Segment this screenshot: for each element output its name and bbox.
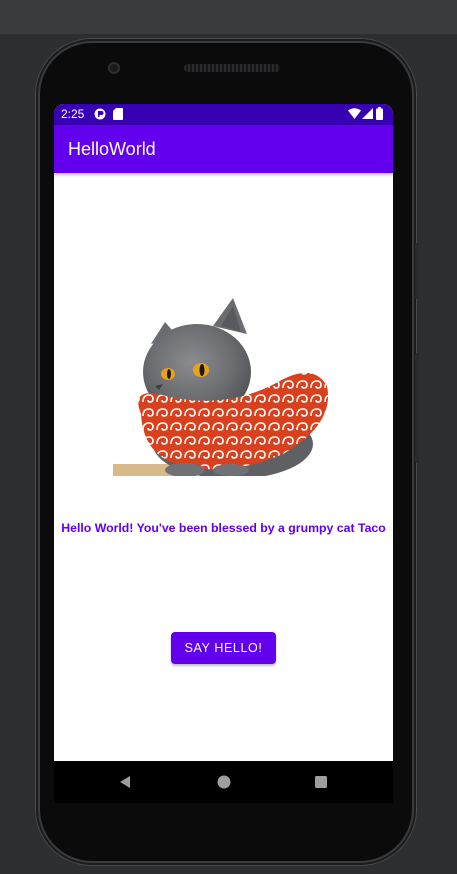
navigation-bar bbox=[54, 761, 393, 803]
back-icon[interactable] bbox=[118, 774, 132, 793]
say-hello-button[interactable]: SAY HELLO! bbox=[171, 632, 276, 664]
recents-icon[interactable] bbox=[314, 774, 328, 793]
status-bar: 2:25 bbox=[54, 104, 393, 125]
home-icon[interactable] bbox=[217, 774, 231, 793]
sd-card-icon bbox=[113, 108, 123, 123]
app-bar: HelloWorld bbox=[54, 125, 393, 173]
emulator-window: 2:25 HelloWorld Hello World! You've been… bbox=[0, 0, 457, 874]
battery-icon bbox=[376, 107, 383, 123]
earpiece-speaker bbox=[184, 64, 280, 72]
volume-button[interactable] bbox=[415, 243, 419, 299]
phone-screen: 2:25 HelloWorld Hello World! You've been… bbox=[54, 104, 393, 761]
emulator-toolbar bbox=[0, 0, 457, 34]
wifi-icon bbox=[348, 108, 361, 122]
notification-icon bbox=[94, 108, 106, 123]
signal-icon bbox=[362, 108, 373, 122]
status-time: 2:25 bbox=[61, 107, 85, 121]
power-button[interactable] bbox=[415, 353, 419, 463]
front-camera bbox=[108, 62, 120, 74]
app-title: HelloWorld bbox=[68, 139, 156, 159]
greeting-text: Hello World! You've been blessed by a gr… bbox=[61, 521, 386, 535]
grumpy-cat-image bbox=[113, 298, 329, 476]
